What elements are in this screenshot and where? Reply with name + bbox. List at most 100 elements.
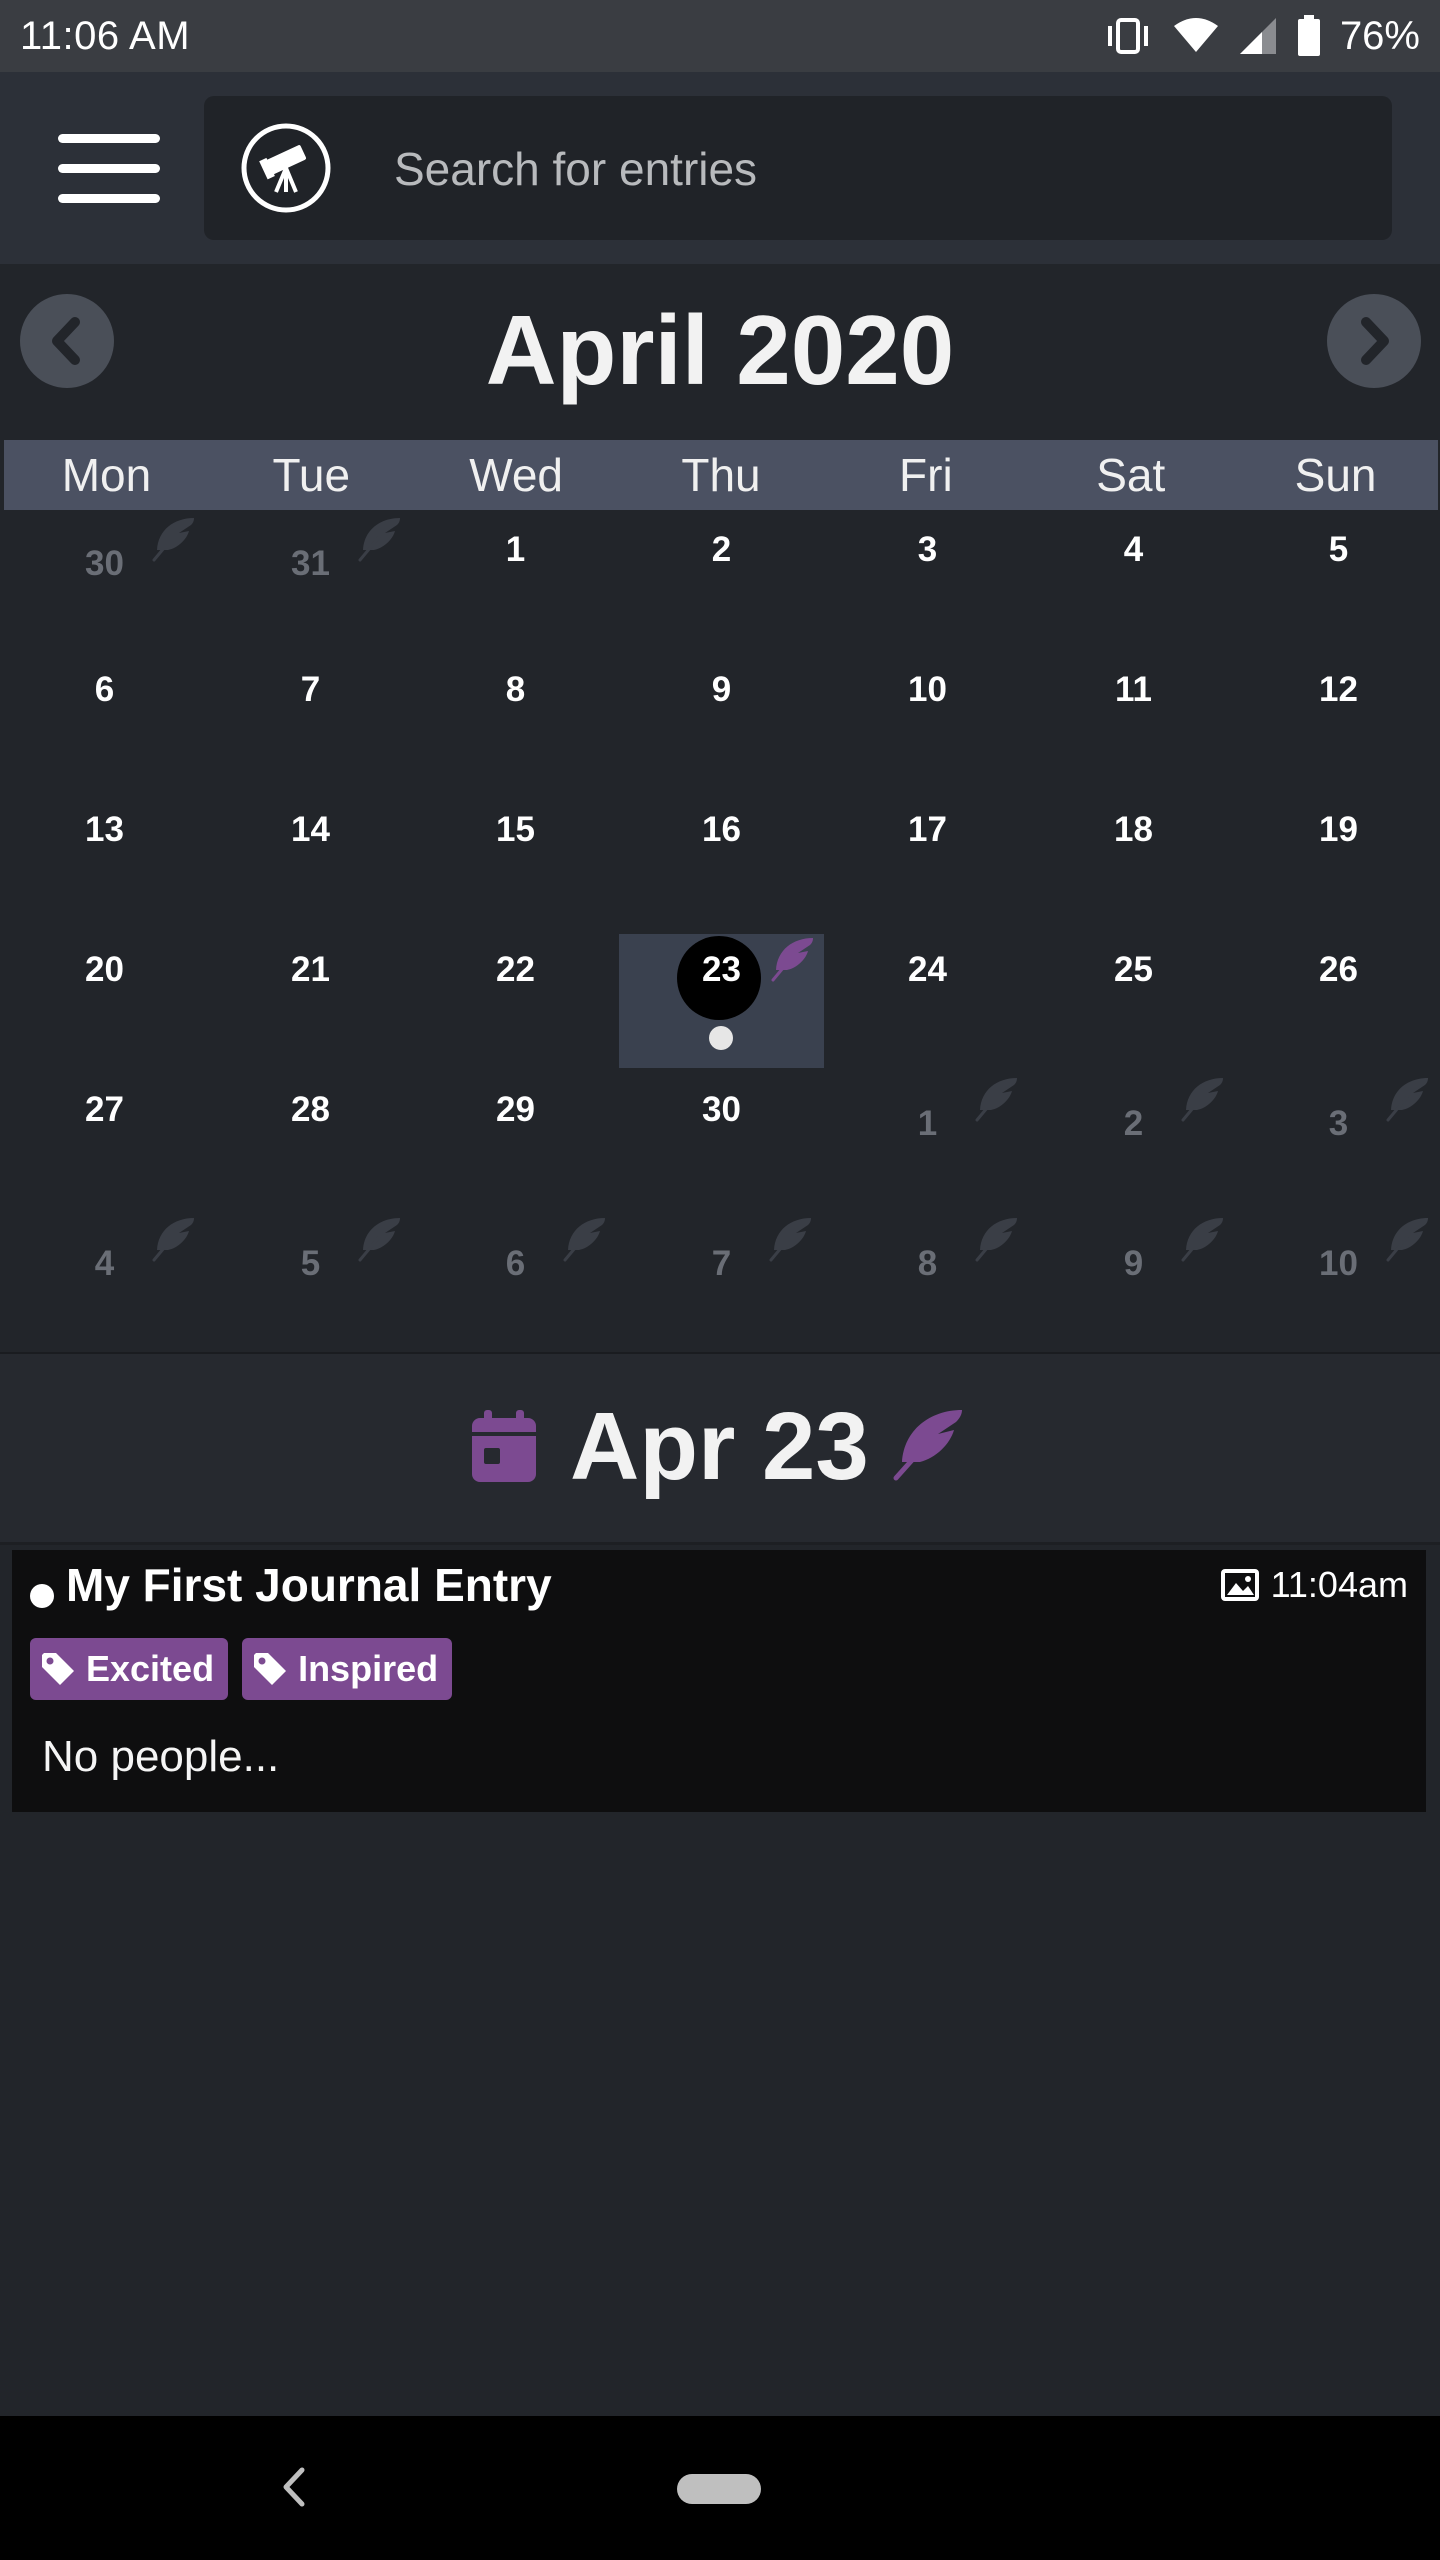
tag-label: Excited bbox=[86, 1648, 215, 1689]
calendar-day[interactable]: 3 bbox=[1236, 1074, 1440, 1208]
tag-icon bbox=[254, 1653, 287, 1685]
calendar-day[interactable]: 9 bbox=[619, 654, 824, 788]
tag-chip[interactable]: Inspired bbox=[242, 1638, 453, 1700]
home-button[interactable] bbox=[677, 2474, 761, 2504]
calendar-day[interactable]: 1 bbox=[413, 514, 618, 648]
feather-icon bbox=[150, 514, 198, 562]
calendar-day[interactable]: 21 bbox=[208, 934, 413, 1068]
day-number: 1 bbox=[505, 530, 526, 569]
search-input[interactable] bbox=[392, 136, 1296, 202]
calendar-day[interactable]: 29 bbox=[413, 1074, 618, 1208]
wifi-icon bbox=[1173, 18, 1218, 52]
day-number: 26 bbox=[1319, 950, 1358, 989]
calendar-day[interactable]: 20 bbox=[2, 934, 207, 1068]
journal-entry-card[interactable]: My First Journal Entry 11:04am Excited I… bbox=[12, 1550, 1426, 1812]
calendar-day[interactable]: 4 bbox=[2, 1214, 207, 1348]
calendar-day[interactable]: 17 bbox=[825, 794, 1030, 928]
calendar-day[interactable]: 9 bbox=[1031, 1214, 1236, 1348]
calendar-day[interactable]: 15 bbox=[413, 794, 618, 928]
back-icon[interactable] bbox=[278, 2462, 308, 2512]
day-number: 25 bbox=[1114, 950, 1153, 989]
battery-percent: 76% bbox=[1339, 13, 1420, 58]
people-text: No people... bbox=[42, 1732, 280, 1781]
calendar-day[interactable]: 5 bbox=[1236, 514, 1440, 648]
calendar-day[interactable]: 31 bbox=[208, 514, 413, 648]
calendar-day[interactable]: 8 bbox=[413, 654, 618, 788]
calendar-day[interactable]: 25 bbox=[1031, 934, 1236, 1068]
calendar-header: April 2020 bbox=[0, 264, 1440, 440]
day-number: 18 bbox=[1114, 810, 1153, 849]
calendar-day[interactable]: 3 bbox=[825, 514, 1030, 648]
calendar-day[interactable]: 12 bbox=[1236, 654, 1440, 788]
day-number: 16 bbox=[702, 810, 741, 849]
calendar-day[interactable]: 10 bbox=[1236, 1214, 1440, 1348]
tag-icon bbox=[42, 1653, 74, 1685]
calendar-day[interactable]: 5 bbox=[208, 1214, 413, 1348]
calendar-day[interactable]: 19 bbox=[1236, 794, 1440, 928]
chevron-right-icon bbox=[1361, 317, 1389, 365]
feather-icon bbox=[973, 1214, 1021, 1262]
entry-title: My First Journal Entry bbox=[66, 1559, 552, 1611]
search-box[interactable] bbox=[204, 96, 1392, 240]
day-number: 4 bbox=[1123, 530, 1144, 569]
battery-icon bbox=[1297, 15, 1320, 56]
weekday-label: Sat bbox=[1096, 449, 1166, 501]
entry-indicator-dot bbox=[709, 1026, 733, 1050]
calendar-day[interactable]: 7 bbox=[619, 1214, 824, 1348]
system-nav-bar bbox=[0, 2416, 1440, 2560]
calendar-day[interactable]: 24 bbox=[825, 934, 1030, 1068]
day-number: 13 bbox=[85, 810, 124, 849]
calendar-day[interactable]: 18 bbox=[1031, 794, 1236, 928]
calendar-day[interactable]: 2 bbox=[1031, 1074, 1236, 1208]
calendar-day[interactable]: 2 bbox=[619, 514, 824, 648]
calendar-day[interactable]: 22 bbox=[413, 934, 618, 1068]
day-number: 8 bbox=[505, 670, 526, 709]
calendar-day[interactable]: 11 bbox=[1031, 654, 1236, 788]
feather-icon bbox=[356, 1214, 404, 1262]
calendar-day[interactable]: 27 bbox=[2, 1074, 207, 1208]
tag-list: Excited Inspired bbox=[30, 1638, 453, 1700]
app-bar bbox=[0, 72, 1440, 264]
day-number: 15 bbox=[496, 810, 535, 849]
calendar-day[interactable]: 6 bbox=[2, 654, 207, 788]
calendar-day[interactable]: 13 bbox=[2, 794, 207, 928]
calendar-day[interactable]: 26 bbox=[1236, 934, 1440, 1068]
calendar-day-selected[interactable]: 23 bbox=[619, 934, 824, 1068]
calendar-day[interactable]: 7 bbox=[208, 654, 413, 788]
month-title: April 2020 bbox=[485, 295, 955, 405]
telescope-logo-icon bbox=[241, 123, 331, 213]
day-number: 17 bbox=[908, 810, 947, 849]
feather-icon[interactable] bbox=[890, 1404, 968, 1482]
tag-label: Inspired bbox=[298, 1648, 439, 1689]
feather-icon bbox=[1179, 1214, 1227, 1262]
calendar-day[interactable]: 6 bbox=[413, 1214, 618, 1348]
day-number: 19 bbox=[1319, 810, 1358, 849]
day-number: 3 bbox=[917, 530, 938, 569]
calendar-day[interactable]: 1 bbox=[825, 1074, 1030, 1208]
vibrate-icon bbox=[1107, 18, 1148, 54]
feather-icon bbox=[356, 514, 404, 562]
next-month-button[interactable] bbox=[1327, 294, 1421, 388]
feather-icon bbox=[767, 1214, 815, 1262]
tag-chip[interactable]: Excited bbox=[30, 1638, 229, 1700]
calendar-day[interactable]: 16 bbox=[619, 794, 824, 928]
calendar-day[interactable]: 8 bbox=[825, 1214, 1030, 1348]
entry-bullet bbox=[30, 1584, 54, 1608]
feather-icon bbox=[561, 1214, 609, 1262]
status-icons: 76% bbox=[1102, 14, 1420, 59]
status-time: 11:06 AM bbox=[20, 13, 191, 58]
day-number: 22 bbox=[496, 950, 535, 989]
calendar-day[interactable]: 30 bbox=[619, 1074, 824, 1208]
day-number: 9 bbox=[711, 670, 732, 709]
calendar-day[interactable]: 28 bbox=[208, 1074, 413, 1208]
day-number: 6 bbox=[94, 670, 115, 709]
calendar-day[interactable]: 14 bbox=[208, 794, 413, 928]
calendar-day[interactable]: 10 bbox=[825, 654, 1030, 788]
day-number: 7 bbox=[300, 670, 321, 709]
calendar-day[interactable]: 4 bbox=[1031, 514, 1236, 648]
menu-button[interactable] bbox=[58, 134, 160, 204]
feather-icon bbox=[1384, 1074, 1432, 1122]
status-bar: 11:06 AM 76% bbox=[0, 0, 1440, 72]
calendar-day[interactable]: 30 bbox=[2, 514, 207, 648]
day-number: 10 bbox=[908, 670, 947, 709]
